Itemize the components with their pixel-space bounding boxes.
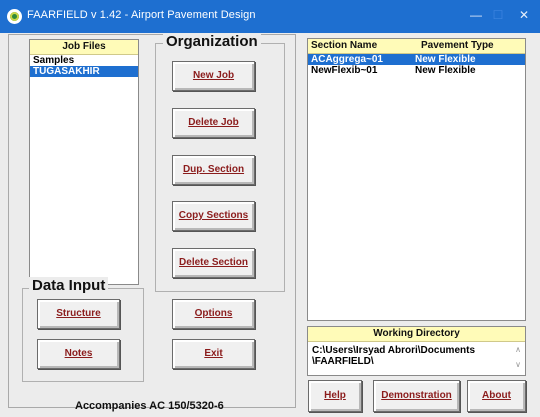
working-directory-box: Working Directory C:\Users\Irsyad Abrori…	[307, 326, 526, 376]
working-directory-line-2: \FAARFIELD\	[312, 356, 374, 367]
faarfield-window: FAARFIELD v 1.42 - Airport Pavement Desi…	[0, 0, 540, 417]
section-name-cell: NewFlexib~01	[311, 65, 378, 76]
dup-section-button[interactable]: Dup. Section	[172, 155, 255, 185]
structure-button[interactable]: Structure	[37, 299, 120, 329]
new-job-button[interactable]: New Job	[172, 61, 255, 91]
job-file-item[interactable]: Samples	[30, 55, 138, 66]
scroll-down-icon[interactable]: ∨	[515, 360, 521, 369]
section-name-cell: ACAggrega~01	[311, 54, 383, 65]
job-files-list[interactable]: Job Files Samples TUGASAKHIR	[29, 39, 139, 285]
working-directory-path[interactable]: C:\Users\Irsyad Abrori\Documents \FAARFI…	[308, 342, 525, 370]
app-logo-icon	[7, 9, 22, 24]
working-directory-line-1: C:\Users\Irsyad Abrori\Documents	[312, 345, 476, 356]
pavement-type-cell: New Flexible	[415, 65, 476, 76]
copy-sections-button[interactable]: Copy Sections	[172, 201, 255, 231]
section-row-selected[interactable]: ACAggrega~01 New Flexible	[308, 54, 525, 65]
window-title: FAARFIELD v 1.42 - Airport Pavement Desi…	[27, 9, 256, 21]
options-button[interactable]: Options	[172, 299, 255, 329]
about-button[interactable]: About	[467, 380, 526, 412]
maximize-icon[interactable]: ☐	[491, 8, 505, 22]
working-directory-header: Working Directory	[308, 327, 525, 342]
title-bar[interactable]: FAARFIELD v 1.42 - Airport Pavement Desi…	[0, 0, 540, 33]
pavement-type-column-header: Pavement Type	[421, 40, 494, 51]
pavement-type-cell: New Flexible	[415, 54, 476, 65]
notes-button[interactable]: Notes	[37, 339, 120, 369]
exit-button[interactable]: Exit	[172, 339, 255, 369]
help-button[interactable]: Help	[308, 380, 362, 412]
section-row[interactable]: NewFlexib~01 New Flexible	[308, 65, 525, 76]
section-name-column-header: Section Name	[311, 40, 378, 51]
organization-title: Organization	[163, 33, 261, 50]
close-icon[interactable]: ✕	[517, 8, 531, 22]
job-file-item-selected[interactable]: TUGASAKHIR	[30, 66, 138, 77]
scroll-up-icon[interactable]: ∧	[515, 345, 521, 354]
footer-note: Accompanies AC 150/5320-6	[75, 400, 224, 412]
delete-job-button[interactable]: Delete Job	[172, 108, 255, 138]
data-input-title: Data Input	[29, 277, 109, 294]
sections-list[interactable]: Section Name Pavement Type ACAggrega~01 …	[307, 38, 526, 321]
delete-section-button[interactable]: Delete Section	[172, 248, 255, 278]
job-files-header: Job Files	[30, 40, 138, 55]
demonstration-button[interactable]: Demonstration	[373, 380, 460, 412]
sections-header: Section Name Pavement Type	[308, 39, 525, 54]
minimize-icon[interactable]: —	[469, 8, 483, 22]
